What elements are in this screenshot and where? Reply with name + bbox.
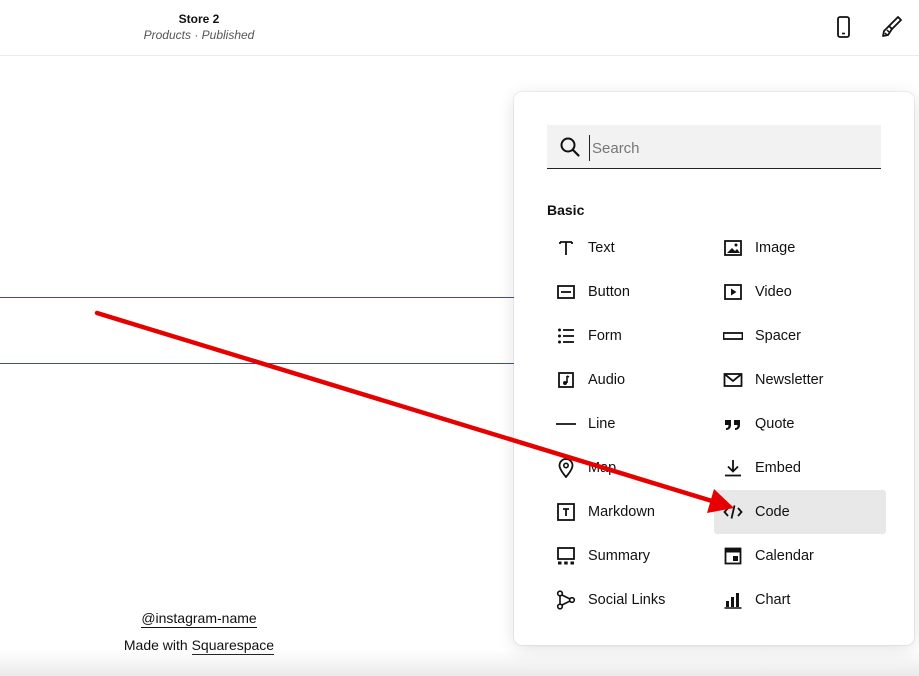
block-item-label: Quote: [755, 416, 795, 432]
block-item-calendar[interactable]: Calendar: [714, 534, 886, 578]
block-item-newsletter[interactable]: Newsletter: [714, 358, 886, 402]
mobile-phone-icon[interactable]: [830, 14, 856, 40]
content-divider-bottom: [0, 363, 520, 364]
summary-icon: [555, 545, 577, 567]
block-item-video[interactable]: Video: [714, 270, 886, 314]
content-divider-top: [0, 297, 520, 298]
site-title: Store 2: [178, 12, 220, 26]
block-item-image[interactable]: Image: [714, 226, 886, 270]
block-item-button[interactable]: Button: [547, 270, 719, 314]
block-item-map[interactable]: Map: [547, 446, 719, 490]
map-pin-icon: [555, 457, 577, 479]
calendar-icon: [722, 545, 744, 567]
instagram-link[interactable]: @instagram-name: [141, 610, 257, 628]
bottom-shadow: [0, 650, 919, 676]
block-item-label: Form: [588, 328, 622, 344]
block-item-label: Map: [588, 460, 617, 476]
newsletter-icon: [722, 369, 744, 391]
block-item-form[interactable]: Form: [547, 314, 719, 358]
code-icon: [722, 501, 744, 523]
instagram-handle[interactable]: @instagram-name: [100, 610, 298, 628]
block-item-label: Audio: [588, 372, 626, 388]
block-item-label: Social Links: [588, 592, 666, 608]
search-icon: [560, 137, 580, 157]
spacer-icon: [722, 325, 744, 347]
video-icon: [722, 281, 744, 303]
block-item-label: Markdown: [588, 504, 655, 520]
block-item-label: Spacer: [755, 328, 801, 344]
block-item-chart[interactable]: Chart: [714, 578, 886, 622]
search-input[interactable]: [589, 135, 874, 161]
block-item-label: Code: [755, 504, 790, 520]
block-item-label: Video: [755, 284, 792, 300]
embed-icon: [722, 457, 744, 479]
block-item-label: Line: [588, 416, 616, 432]
block-item-code[interactable]: Code: [714, 490, 886, 534]
block-item-audio[interactable]: Audio: [547, 358, 719, 402]
block-item-label: Button: [588, 284, 630, 300]
button-icon: [555, 281, 577, 303]
text-icon: [555, 237, 577, 259]
paintbrush-icon[interactable]: [878, 14, 904, 40]
block-item-quote[interactable]: Quote: [714, 402, 886, 446]
block-item-label: Chart: [755, 592, 791, 608]
block-item-summary[interactable]: Summary: [547, 534, 719, 578]
social-links-icon: [555, 589, 577, 611]
block-item-label: Calendar: [755, 548, 814, 564]
top-bar: Store 2 Products · Published: [0, 0, 919, 56]
markdown-icon: [555, 501, 577, 523]
site-status: Products · Published: [143, 28, 255, 42]
block-item-label: Embed: [755, 460, 801, 476]
line-icon: [555, 413, 577, 435]
section-label-basic: Basic: [547, 202, 585, 218]
block-item-label: Newsletter: [755, 372, 824, 388]
quote-icon: [722, 413, 744, 435]
block-item-markdown[interactable]: Markdown: [547, 490, 719, 534]
block-item-line[interactable]: Line: [547, 402, 719, 446]
image-icon: [722, 237, 744, 259]
audio-icon: [555, 369, 577, 391]
add-block-panel: Basic Text Button Form Audio Line Map Ma…: [514, 92, 914, 645]
block-item-embed[interactable]: Embed: [714, 446, 886, 490]
block-item-label: Text: [588, 240, 615, 256]
search-box: [547, 125, 881, 169]
block-item-label: Summary: [588, 548, 651, 564]
block-item-text[interactable]: Text: [547, 226, 719, 270]
chart-icon: [722, 589, 744, 611]
block-item-spacer[interactable]: Spacer: [714, 314, 886, 358]
form-icon: [555, 325, 577, 347]
block-item-social-links[interactable]: Social Links: [547, 578, 719, 622]
block-item-label: Image: [755, 240, 796, 256]
